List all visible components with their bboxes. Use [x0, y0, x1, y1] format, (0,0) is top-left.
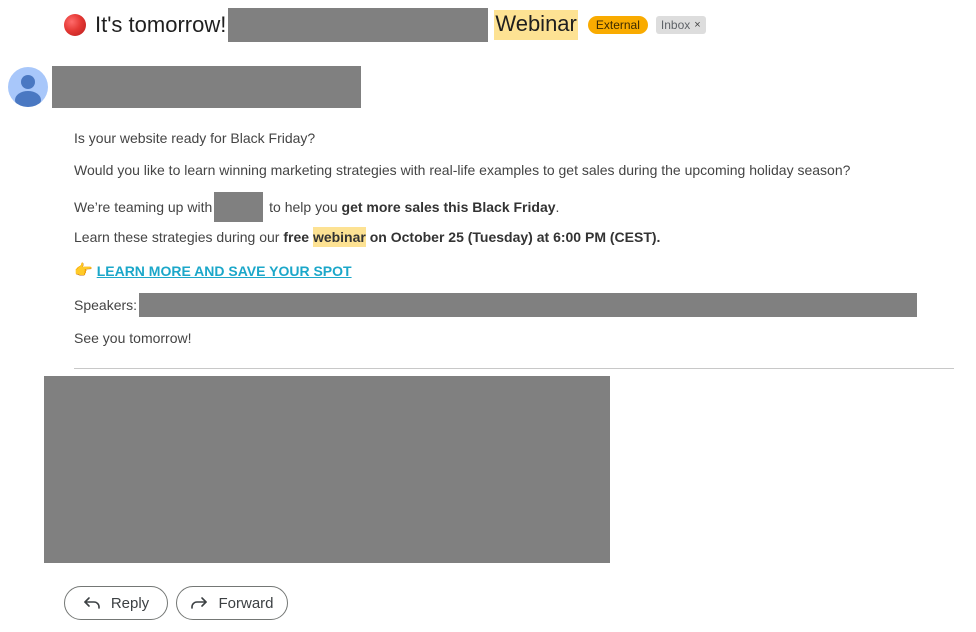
- external-label: External: [587, 16, 648, 34]
- email-subject: It's tomorrow! Webinar External Inbox ×: [64, 8, 706, 42]
- forward-label: Forward: [218, 594, 274, 612]
- body-bold-text: free: [283, 229, 313, 245]
- redacted-partner: [214, 192, 264, 222]
- subject-highlight: Webinar: [494, 10, 578, 40]
- remove-label-icon[interactable]: ×: [694, 19, 700, 31]
- email-view: It's tomorrow! Webinar External Inbox × …: [0, 0, 976, 632]
- body-text: Learn these strategies during our: [74, 229, 284, 245]
- speakers-label: Speakers:: [74, 297, 138, 313]
- signature-divider: [74, 368, 954, 369]
- redacted-footer: [44, 376, 610, 563]
- inbox-label: Inbox ×: [655, 16, 706, 34]
- redacted-sender-info: [52, 66, 361, 108]
- body-text: .: [555, 199, 560, 215]
- redacted-speakers: [139, 293, 918, 317]
- body-line: See you tomorrow!: [74, 330, 192, 346]
- forward-arrow-icon: [191, 597, 208, 609]
- body-bold-text: on October 25 (Tuesday) at 6:00 PM (CEST…: [365, 229, 661, 245]
- body-bold-text: get more sales this Black Friday: [341, 199, 556, 215]
- body-text: We’re teaming up with: [74, 199, 213, 215]
- reply-button[interactable]: Reply: [64, 586, 168, 620]
- body-text: to help you: [265, 199, 342, 215]
- highlighted-keyword: webinar: [312, 227, 366, 247]
- body-line: Would you like to learn winning marketin…: [74, 162, 851, 178]
- pointing-hand-icon: 👉: [74, 262, 93, 279]
- redacted-subject-part: [228, 8, 489, 42]
- avatar[interactable]: [8, 67, 48, 107]
- body-line: Learn these strategies during our free w…: [74, 227, 660, 247]
- forward-button[interactable]: Forward: [176, 586, 288, 620]
- body-line: Is your website ready for Black Friday?: [74, 130, 316, 146]
- speakers-line: Speakers:: [74, 293, 918, 317]
- reply-label: Reply: [110, 594, 150, 612]
- body-line: We’re teaming up with to help you get mo…: [74, 192, 559, 222]
- cta-line: 👉 LEARN MORE AND SAVE YOUR SPOT: [74, 261, 352, 281]
- person-icon: [15, 75, 41, 107]
- learn-more-link[interactable]: LEARN MORE AND SAVE YOUR SPOT: [97, 261, 352, 281]
- red-circle-icon: [64, 14, 86, 36]
- inbox-label-text: Inbox: [660, 18, 691, 32]
- subject-prefix: It's tomorrow!: [95, 12, 227, 37]
- reply-arrow-icon: [84, 597, 100, 609]
